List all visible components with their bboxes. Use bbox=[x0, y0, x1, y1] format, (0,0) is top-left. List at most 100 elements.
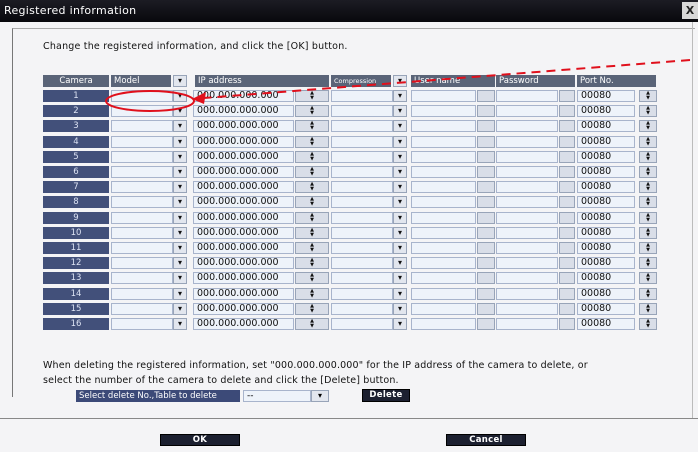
password-button[interactable] bbox=[559, 211, 575, 224]
cancel-button[interactable]: Cancel bbox=[446, 434, 526, 446]
spin-down-icon[interactable]: ▼ bbox=[296, 202, 328, 207]
ip-spinner[interactable]: ▲ ▼ bbox=[295, 105, 329, 118]
ip-spinner[interactable]: ▲ ▼ bbox=[295, 196, 329, 209]
compression-dropdown[interactable]: ▾ bbox=[393, 120, 407, 133]
model-field[interactable] bbox=[111, 211, 173, 224]
port-field[interactable]: 00080 bbox=[577, 166, 635, 178]
compression-field[interactable] bbox=[331, 90, 393, 102]
spin-down-icon[interactable]: ▼ bbox=[296, 248, 328, 253]
port-spinner[interactable]: ▲ ▼ bbox=[639, 257, 657, 270]
spin-down-icon[interactable]: ▼ bbox=[296, 172, 328, 177]
ip-spinner[interactable]: ▲ ▼ bbox=[295, 272, 329, 285]
model-dropdown[interactable]: ▾ bbox=[173, 287, 187, 300]
model-dropdown[interactable]: ▾ bbox=[173, 181, 187, 194]
user-name-field[interactable] bbox=[411, 257, 476, 270]
ip-spinner[interactable]: ▲ ▼ bbox=[295, 150, 329, 163]
compression-dropdown[interactable]: ▾ bbox=[393, 181, 407, 194]
compression-dropdown[interactable]: ▾ bbox=[393, 90, 407, 102]
ip-address-field[interactable]: 000.000.000.000 bbox=[193, 150, 294, 163]
ip-address-field[interactable]: 000.000.000.000 bbox=[193, 318, 294, 330]
ip-address-field[interactable]: 000.000.000.000 bbox=[193, 302, 294, 315]
port-field[interactable]: 00080 bbox=[577, 120, 635, 133]
port-field[interactable]: 00080 bbox=[577, 105, 635, 118]
user-name-button[interactable] bbox=[477, 196, 495, 209]
model-dropdown[interactable]: ▾ bbox=[173, 211, 187, 224]
password-field[interactable] bbox=[496, 90, 558, 102]
spin-down-icon[interactable]: ▼ bbox=[296, 141, 328, 147]
user-name-button[interactable] bbox=[477, 181, 495, 194]
compression-field[interactable] bbox=[331, 287, 393, 300]
port-spinner[interactable]: ▲ ▼ bbox=[639, 242, 657, 254]
ip-spinner[interactable]: ▲ ▼ bbox=[295, 226, 329, 239]
compression-field[interactable] bbox=[331, 166, 393, 178]
user-name-button[interactable] bbox=[477, 150, 495, 163]
spin-down-icon[interactable]: ▼ bbox=[296, 293, 328, 299]
port-spinner[interactable]: ▲ ▼ bbox=[639, 287, 657, 300]
password-button[interactable] bbox=[559, 105, 575, 118]
model-field[interactable] bbox=[111, 105, 173, 118]
user-name-button[interactable] bbox=[477, 287, 495, 300]
model-field[interactable] bbox=[111, 272, 173, 285]
model-field[interactable] bbox=[111, 318, 173, 330]
password-button[interactable] bbox=[559, 135, 575, 148]
ip-address-field[interactable]: 000.000.000.000 bbox=[193, 90, 294, 102]
port-spinner[interactable]: ▲ ▼ bbox=[639, 181, 657, 194]
compression-field[interactable] bbox=[331, 196, 393, 209]
compression-field[interactable] bbox=[331, 120, 393, 133]
model-dropdown[interactable]: ▾ bbox=[173, 120, 187, 133]
compression-field[interactable] bbox=[331, 302, 393, 315]
compression-dropdown[interactable]: ▾ bbox=[393, 196, 407, 209]
port-spinner[interactable]: ▲ ▼ bbox=[639, 120, 657, 133]
user-name-button[interactable] bbox=[477, 120, 495, 133]
ip-address-field[interactable]: 000.000.000.000 bbox=[193, 196, 294, 209]
port-field[interactable]: 00080 bbox=[577, 242, 635, 254]
password-field[interactable] bbox=[496, 226, 558, 239]
compression-dropdown[interactable]: ▾ bbox=[393, 226, 407, 239]
password-button[interactable] bbox=[559, 257, 575, 270]
model-dropdown[interactable]: ▾ bbox=[173, 272, 187, 285]
spin-down-icon[interactable]: ▼ bbox=[296, 217, 328, 223]
user-name-button[interactable] bbox=[477, 105, 495, 118]
model-field[interactable] bbox=[111, 90, 173, 102]
password-button[interactable] bbox=[559, 166, 575, 178]
compression-field[interactable] bbox=[331, 181, 393, 194]
ip-spinner[interactable]: ▲ ▼ bbox=[295, 302, 329, 315]
password-field[interactable] bbox=[496, 287, 558, 300]
password-button[interactable] bbox=[559, 226, 575, 239]
model-dropdown[interactable]: ▾ bbox=[173, 257, 187, 270]
ip-address-field[interactable]: 000.000.000.000 bbox=[193, 257, 294, 270]
spin-down-icon[interactable]: ▼ bbox=[640, 278, 656, 283]
model-header-dropdown[interactable]: ▾ bbox=[173, 75, 187, 87]
model-field[interactable] bbox=[111, 196, 173, 209]
model-dropdown[interactable]: ▾ bbox=[173, 105, 187, 118]
ip-spinner[interactable]: ▲ ▼ bbox=[295, 166, 329, 178]
user-name-field[interactable] bbox=[411, 166, 476, 178]
password-field[interactable] bbox=[496, 272, 558, 285]
ip-address-field[interactable]: 000.000.000.000 bbox=[193, 181, 294, 194]
user-name-field[interactable] bbox=[411, 135, 476, 148]
model-dropdown[interactable]: ▾ bbox=[173, 196, 187, 209]
port-field[interactable]: 00080 bbox=[577, 135, 635, 148]
port-field[interactable]: 00080 bbox=[577, 211, 635, 224]
compression-field[interactable] bbox=[331, 318, 393, 330]
user-name-button[interactable] bbox=[477, 242, 495, 254]
port-field[interactable]: 00080 bbox=[577, 150, 635, 163]
model-field[interactable] bbox=[111, 287, 173, 300]
ip-spinner[interactable]: ▲ ▼ bbox=[295, 90, 329, 102]
user-name-button[interactable] bbox=[477, 211, 495, 224]
password-field[interactable] bbox=[496, 211, 558, 224]
password-field[interactable] bbox=[496, 302, 558, 315]
user-name-field[interactable] bbox=[411, 196, 476, 209]
user-name-field[interactable] bbox=[411, 90, 476, 102]
spin-down-icon[interactable]: ▼ bbox=[296, 263, 328, 268]
ip-address-field[interactable]: 000.000.000.000 bbox=[193, 166, 294, 178]
port-spinner[interactable]: ▲ ▼ bbox=[639, 166, 657, 178]
port-spinner[interactable]: ▲ ▼ bbox=[639, 211, 657, 224]
model-dropdown[interactable]: ▾ bbox=[173, 135, 187, 148]
spin-down-icon[interactable]: ▼ bbox=[296, 232, 328, 238]
spin-down-icon[interactable]: ▼ bbox=[296, 278, 328, 283]
port-spinner[interactable]: ▲ ▼ bbox=[639, 90, 657, 102]
compression-dropdown[interactable]: ▾ bbox=[393, 166, 407, 178]
password-button[interactable] bbox=[559, 302, 575, 315]
user-name-field[interactable] bbox=[411, 302, 476, 315]
